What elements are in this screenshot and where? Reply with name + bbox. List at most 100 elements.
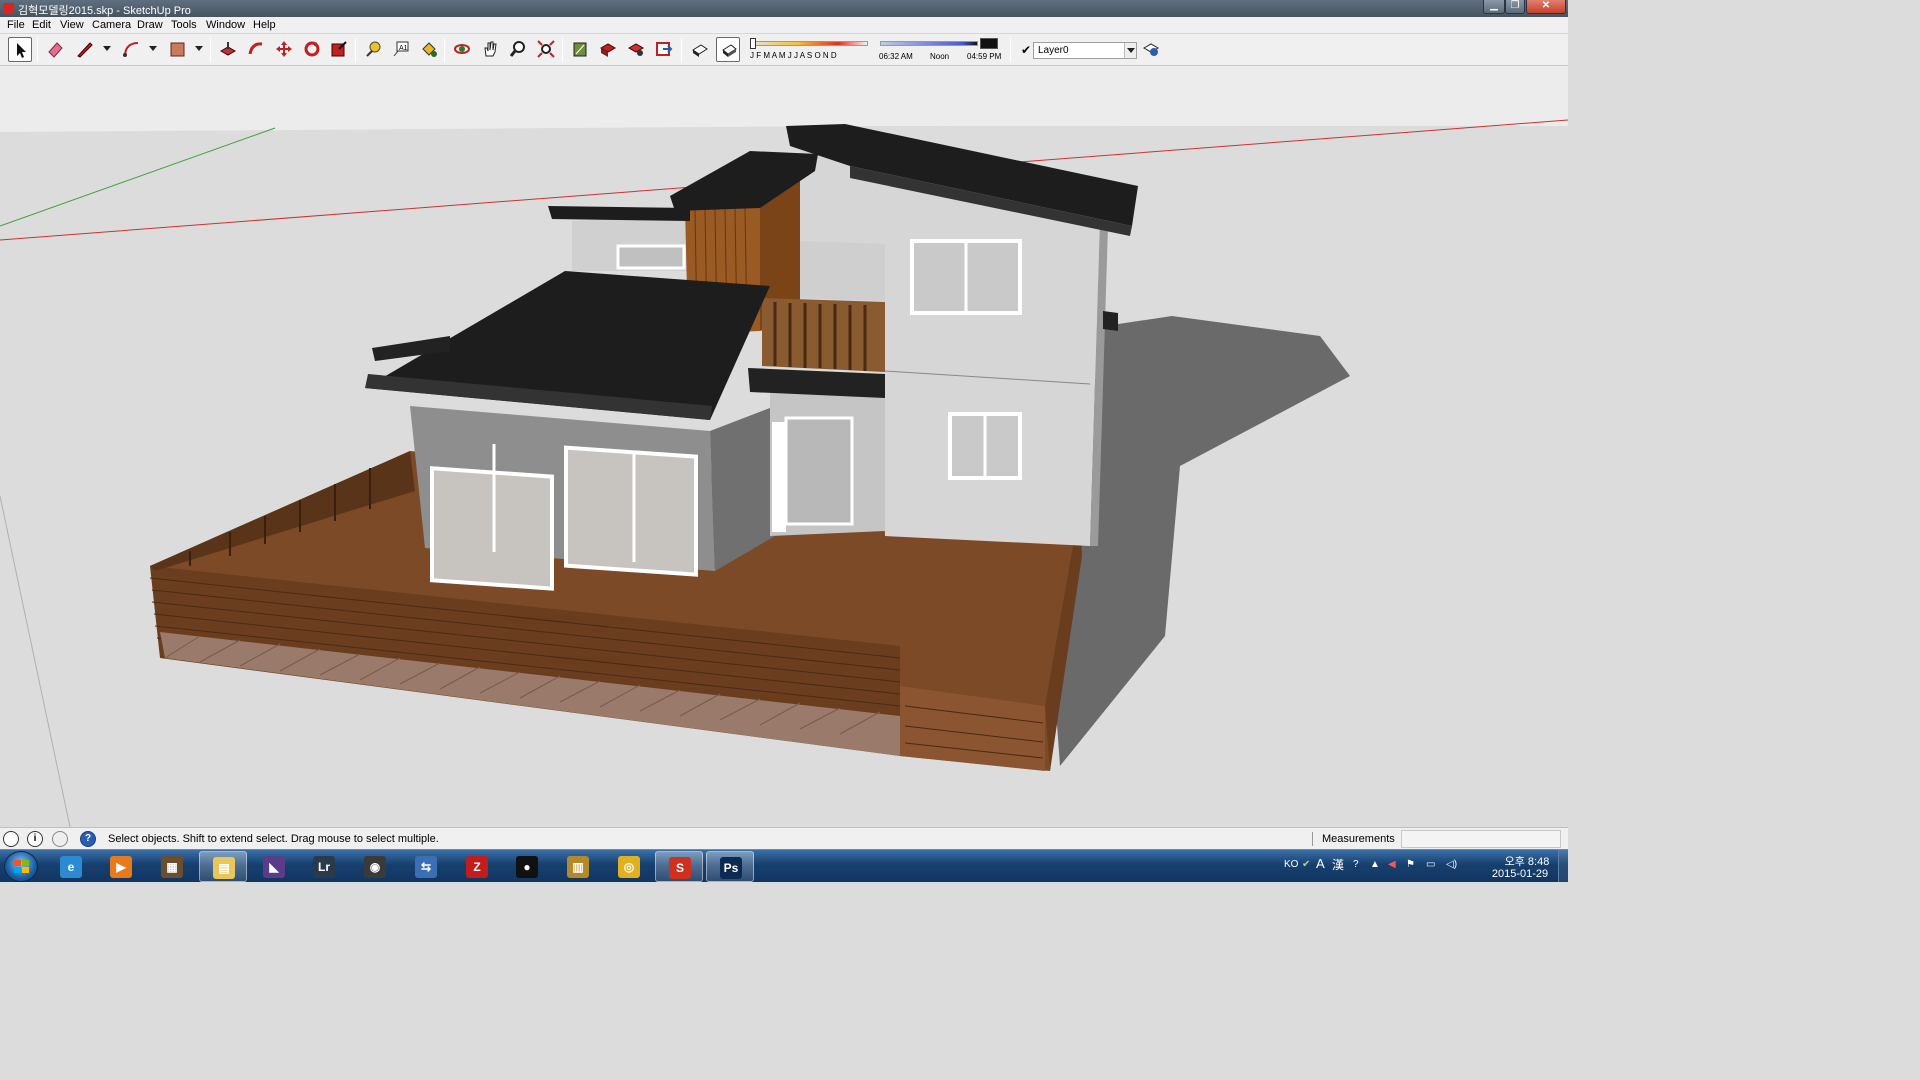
- toolbar-separator: [562, 38, 563, 62]
- sketchup-icon: S: [669, 857, 691, 879]
- tape-measure-tool[interactable]: [361, 37, 385, 62]
- chevron-down-icon[interactable]: [1124, 43, 1136, 58]
- menu-help[interactable]: Help: [253, 19, 276, 31]
- time-slider-track[interactable]: [880, 41, 978, 46]
- maximize-button[interactable]: ❐: [1505, 0, 1525, 14]
- photo-viewer-icon-glyph: ▦: [166, 860, 178, 874]
- close-button[interactable]: ✕: [1526, 0, 1566, 14]
- rectangle-tool-dropdown[interactable]: [195, 46, 203, 51]
- help-icon[interactable]: ?: [80, 831, 96, 847]
- up-arrow-icon[interactable]: ▲: [1370, 859, 1380, 870]
- language-indicator[interactable]: KO: [1284, 859, 1298, 870]
- time-slider-thumb[interactable]: [980, 38, 998, 49]
- menu-file[interactable]: File: [7, 19, 25, 31]
- line-tool[interactable]: [73, 37, 97, 62]
- volume-muted-icon[interactable]: ◀: [1388, 859, 1396, 870]
- taskbar-internet-explorer[interactable]: e: [47, 851, 95, 882]
- chrome-icon: ◎: [618, 856, 640, 878]
- taskbar-photo-viewer[interactable]: ▦: [148, 851, 196, 882]
- ime-icon[interactable]: ✔: [1302, 859, 1310, 870]
- taskbar-network-app[interactable]: ⇆: [402, 851, 450, 882]
- clock-time[interactable]: 오후 8:48: [1497, 853, 1557, 869]
- display-shadows-tool[interactable]: [688, 37, 712, 62]
- taskbar-archive-app[interactable]: ▥: [554, 851, 602, 882]
- toolbar-separator: [681, 38, 682, 62]
- month-slider-track[interactable]: [750, 41, 868, 46]
- month-labels: J F M A M J J A S O N D: [750, 51, 837, 60]
- ie-icon: e: [60, 856, 82, 878]
- user-icon[interactable]: [52, 831, 68, 847]
- camera-icon-glyph: ◉: [369, 860, 381, 874]
- model-viewport[interactable]: [0, 66, 1568, 827]
- help-tray-icon[interactable]: ?: [1353, 859, 1359, 870]
- rectangle-tool[interactable]: [165, 37, 189, 62]
- visual-studio-icon: ◣: [263, 856, 285, 878]
- zoom-extents-tool[interactable]: [534, 37, 558, 62]
- menu-view[interactable]: View: [60, 19, 84, 31]
- taskbar-visual-studio[interactable]: ◣: [250, 851, 298, 882]
- photo-viewer-icon: ▦: [161, 856, 183, 878]
- show-desktop-button[interactable]: [1558, 850, 1568, 882]
- push-pull-tool[interactable]: [216, 37, 240, 62]
- month-slider-thumb[interactable]: [750, 38, 756, 49]
- status-divider: [1312, 832, 1313, 846]
- layer-manager-button[interactable]: [1139, 37, 1163, 62]
- credits-icon[interactable]: i: [27, 831, 43, 847]
- speaker-icon[interactable]: ◁): [1446, 859, 1457, 870]
- taskbar-media-player[interactable]: ▶: [97, 851, 145, 882]
- measurements-input[interactable]: [1401, 830, 1561, 848]
- folder-icon: ▤: [213, 857, 235, 879]
- arc-tool-dropdown[interactable]: [149, 46, 157, 51]
- 3d-warehouse-tool[interactable]: [568, 37, 592, 62]
- follow-me-tool[interactable]: [244, 37, 268, 62]
- taskbar-filezilla[interactable]: Z: [453, 851, 501, 882]
- taskbar-lightroom[interactable]: Lr: [300, 851, 348, 882]
- time-start-label: 06:32 AM: [879, 52, 913, 61]
- arc-tool[interactable]: [119, 37, 143, 62]
- share-model-tool[interactable]: [596, 37, 620, 62]
- select-tool[interactable]: [8, 37, 32, 62]
- menu-edit[interactable]: Edit: [32, 19, 51, 31]
- zoom-tool[interactable]: [506, 37, 530, 62]
- share-component-tool[interactable]: [624, 37, 648, 62]
- green-axis-line: [0, 127, 276, 227]
- paint-bucket-tool[interactable]: [417, 37, 441, 62]
- toolbar-separator: [1010, 38, 1011, 62]
- taskbar-photoshop[interactable]: Ps: [706, 851, 754, 882]
- orbit-tool[interactable]: [450, 37, 474, 62]
- warehouse-icon: [573, 42, 587, 57]
- scale-tool[interactable]: [327, 37, 351, 62]
- layer-dropdown[interactable]: Layer0: [1033, 42, 1137, 59]
- sketchup-icon-glyph: S: [675, 861, 684, 875]
- menu-draw[interactable]: Draw: [137, 19, 163, 31]
- flag-icon[interactable]: ⚑: [1406, 859, 1415, 870]
- network-tray-icon[interactable]: ▭: [1426, 859, 1435, 870]
- rotate-tool[interactable]: [300, 37, 324, 62]
- line-tool-dropdown[interactable]: [103, 46, 111, 51]
- menu-camera[interactable]: Camera: [92, 19, 131, 31]
- taskbar-file-explorer[interactable]: ▤: [199, 851, 247, 882]
- eraser-tool[interactable]: [43, 37, 67, 62]
- layer-name: Layer0: [1038, 45, 1069, 56]
- menu-tools[interactable]: Tools: [171, 19, 197, 31]
- ime-mode-han[interactable]: 漢: [1332, 856, 1344, 873]
- taskbar-camera-app[interactable]: ◉: [351, 851, 399, 882]
- taskbar-qq[interactable]: ●: [503, 851, 551, 882]
- lightroom-icon: Lr: [313, 856, 335, 878]
- start-button[interactable]: [4, 851, 38, 882]
- pan-tool[interactable]: [478, 37, 502, 62]
- taskbar-sketchup[interactable]: S: [655, 851, 703, 882]
- menu-window[interactable]: Window: [206, 19, 245, 31]
- chrome-icon-glyph: ◎: [623, 860, 635, 874]
- sketchup-window: 김혁모델링2015.skp - SketchUp Pro ▁ ❐ ✕ File …: [0, 0, 1568, 882]
- geo-location-icon[interactable]: [3, 831, 19, 847]
- minimize-button[interactable]: ▁: [1483, 0, 1505, 14]
- clock-date[interactable]: 2015-01-29: [1488, 868, 1552, 880]
- ime-mode-a[interactable]: A: [1316, 856, 1325, 871]
- folder-icon-glyph: ▤: [218, 861, 230, 875]
- move-tool[interactable]: [272, 37, 296, 62]
- taskbar-chrome[interactable]: ◎: [605, 851, 653, 882]
- display-shadows-toggle[interactable]: [716, 37, 740, 62]
- text-tool[interactable]: A1: [389, 37, 413, 62]
- extension-warehouse-tool[interactable]: [652, 37, 676, 62]
